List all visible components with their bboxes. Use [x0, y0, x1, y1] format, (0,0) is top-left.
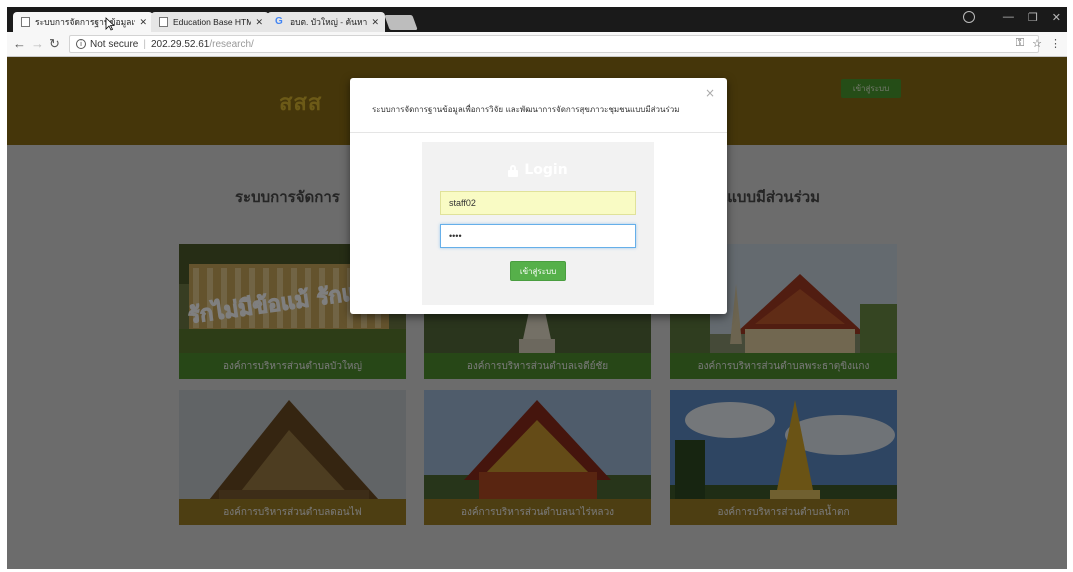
key-icon[interactable]: ⚿	[1016, 37, 1024, 50]
close-tab-icon[interactable]: ✕	[139, 17, 147, 28]
browser-toolbar: ← → ↻ i Not secure | 202.29.52.61 /resea…	[7, 32, 1067, 57]
close-tab-icon[interactable]: ✕	[371, 17, 379, 28]
maximize-icon[interactable]: ❐	[1028, 11, 1038, 24]
toolbar-actions: ⚿ ☆ ⋮	[1016, 37, 1061, 50]
page-viewport: สสส เข้าสู่ระบบ ระบบการจัดการ นแบบมีส่วน…	[7, 57, 1067, 569]
new-tab-button[interactable]	[384, 15, 418, 30]
modal-divider	[350, 132, 727, 133]
mouse-cursor-icon	[105, 17, 115, 31]
login-modal: × ระบบการจัดการฐานข้อมูลเพื่อการวิจัย แล…	[350, 78, 727, 314]
lock-icon	[508, 164, 519, 177]
user-profile-icon[interactable]	[963, 11, 975, 23]
browser-tabstrip: ระบบการจัดการฐานข้อมูลเพื่อการวิจัย ✕ Ed…	[7, 7, 1067, 32]
login-panel: Login เข้าสู่ระบบ	[422, 142, 654, 305]
tab-title: ระบบการจัดการฐานข้อมูลเพื่อการวิจัย	[35, 17, 135, 27]
close-tab-icon[interactable]: ✕	[255, 17, 263, 28]
reload-icon[interactable]: ↻	[49, 36, 60, 52]
minimize-icon[interactable]: —	[1003, 11, 1014, 24]
modal-title: ระบบการจัดการฐานข้อมูลเพื่อการวิจัย และพ…	[372, 105, 680, 114]
page-icon	[159, 17, 168, 27]
url-host: 202.29.52.61	[150, 38, 210, 50]
tab-research[interactable]: ระบบการจัดการฐานข้อมูลเพื่อการวิจัย ✕	[13, 12, 153, 32]
close-window-icon[interactable]: ✕	[1052, 11, 1061, 24]
back-arrow-icon[interactable]: ←	[13, 36, 26, 52]
star-icon[interactable]: ☆	[1032, 37, 1042, 50]
security-label: Not secure	[90, 38, 139, 50]
password-input[interactable]	[440, 224, 636, 248]
username-input[interactable]	[440, 191, 636, 215]
tab-google-search[interactable]: G อบต. บัวใหญ่ - ค้นหาด้วย G ✕	[267, 12, 385, 32]
window-controls: — ❐ ✕	[1003, 11, 1061, 24]
url-path: /research/	[209, 38, 254, 50]
address-bar[interactable]: i Not secure | 202.29.52.61 /research/	[69, 35, 1039, 53]
login-submit-button[interactable]: เข้าสู่ระบบ	[510, 261, 566, 281]
tab-title: อบต. บัวใหญ่ - ค้นหาด้วย G	[290, 17, 368, 27]
login-heading: Login	[422, 162, 654, 178]
close-icon[interactable]: ×	[705, 87, 715, 99]
login-heading-text: Login	[524, 162, 568, 178]
menu-icon[interactable]: ⋮	[1050, 37, 1061, 50]
separator: |	[143, 38, 146, 50]
info-icon[interactable]: i	[76, 39, 86, 49]
page-icon	[21, 17, 30, 27]
tab-title: Education Base HTML Te	[173, 17, 252, 27]
forward-arrow-icon[interactable]: →	[31, 36, 44, 52]
google-icon: G	[275, 16, 283, 27]
screenshot-frame: ระบบการจัดการฐานข้อมูลเพื่อการวิจัย ✕ Ed…	[7, 7, 1067, 569]
tab-education-base[interactable]: Education Base HTML Te ✕	[151, 12, 269, 32]
